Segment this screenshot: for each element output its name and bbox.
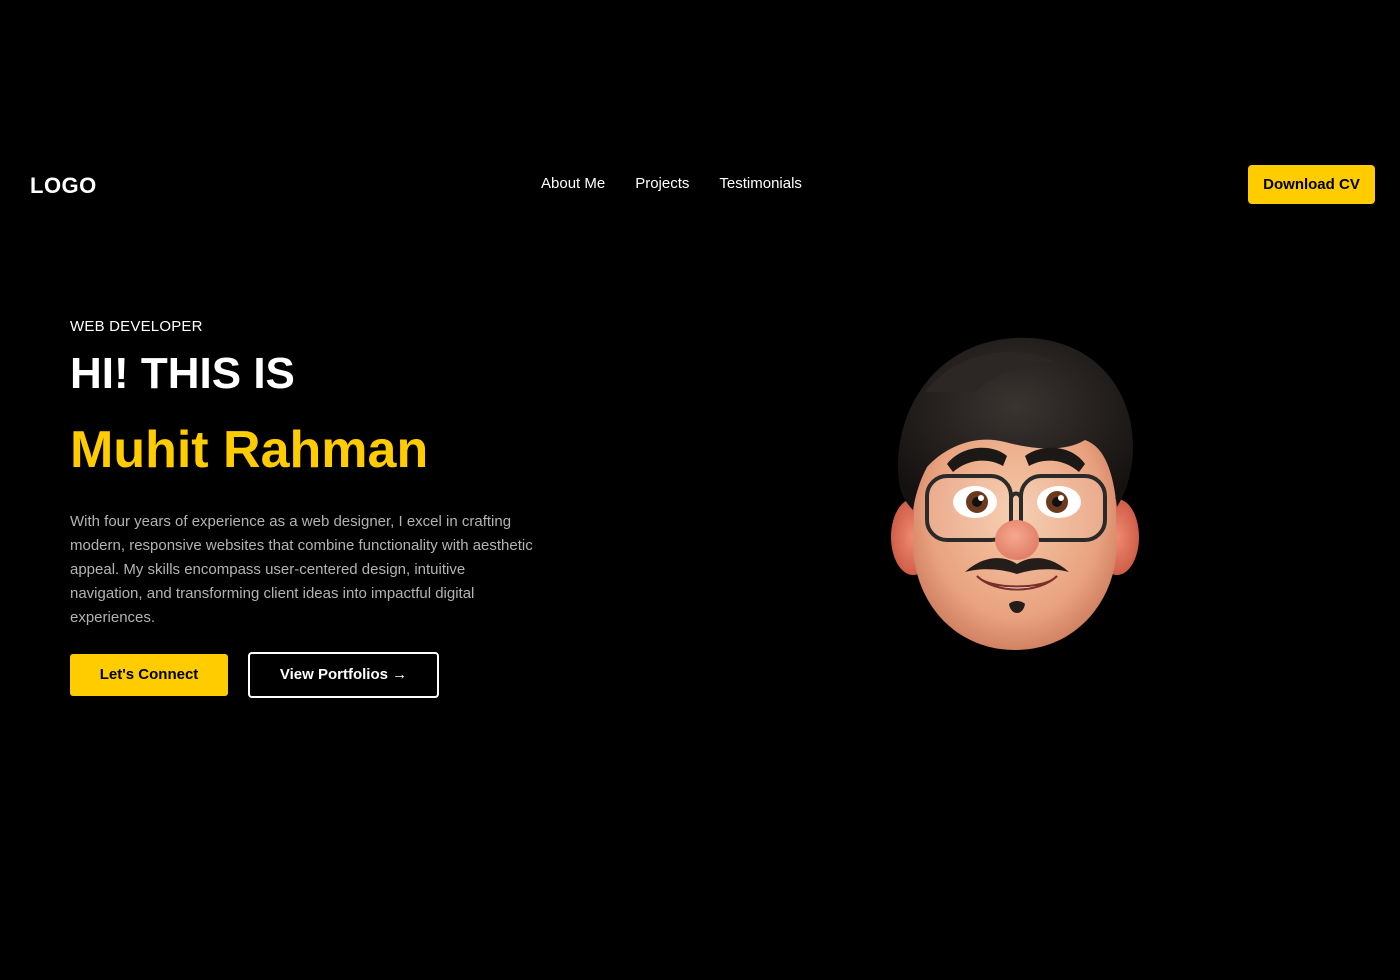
logo[interactable]: LOGO: [30, 173, 97, 199]
nose: [995, 520, 1039, 560]
page: LOGO About Me Projects Testimonials Down…: [0, 0, 1400, 980]
site-header: LOGO About Me Projects Testimonials Down…: [30, 165, 1375, 204]
right-eye-highlight: [1058, 495, 1064, 501]
nav-link-about-me[interactable]: About Me: [541, 175, 605, 192]
hero-section: WEB DEVELOPER HI! THIS IS Muhit Rahman W…: [70, 318, 550, 698]
main-nav: About Me Projects Testimonials: [541, 175, 802, 192]
hero-greeting: HI! THIS IS: [70, 349, 295, 398]
lets-connect-button[interactable]: Let's Connect: [70, 653, 228, 696]
hero-role-label: WEB DEVELOPER: [70, 318, 203, 335]
hero-actions: Let's Connect View Portfolios →: [70, 651, 550, 698]
left-eye-highlight: [978, 495, 984, 501]
view-portfolios-button[interactable]: View Portfolios →: [248, 651, 439, 698]
download-cv-button[interactable]: Download CV: [1248, 165, 1375, 204]
hero-name: Muhit Rahman: [70, 421, 429, 480]
nav-link-testimonials[interactable]: Testimonials: [719, 175, 802, 192]
avatar-illustration: [891, 337, 1139, 650]
hero-description: With four years of experience as a web d…: [70, 512, 533, 626]
nav-link-projects[interactable]: Projects: [635, 175, 689, 192]
